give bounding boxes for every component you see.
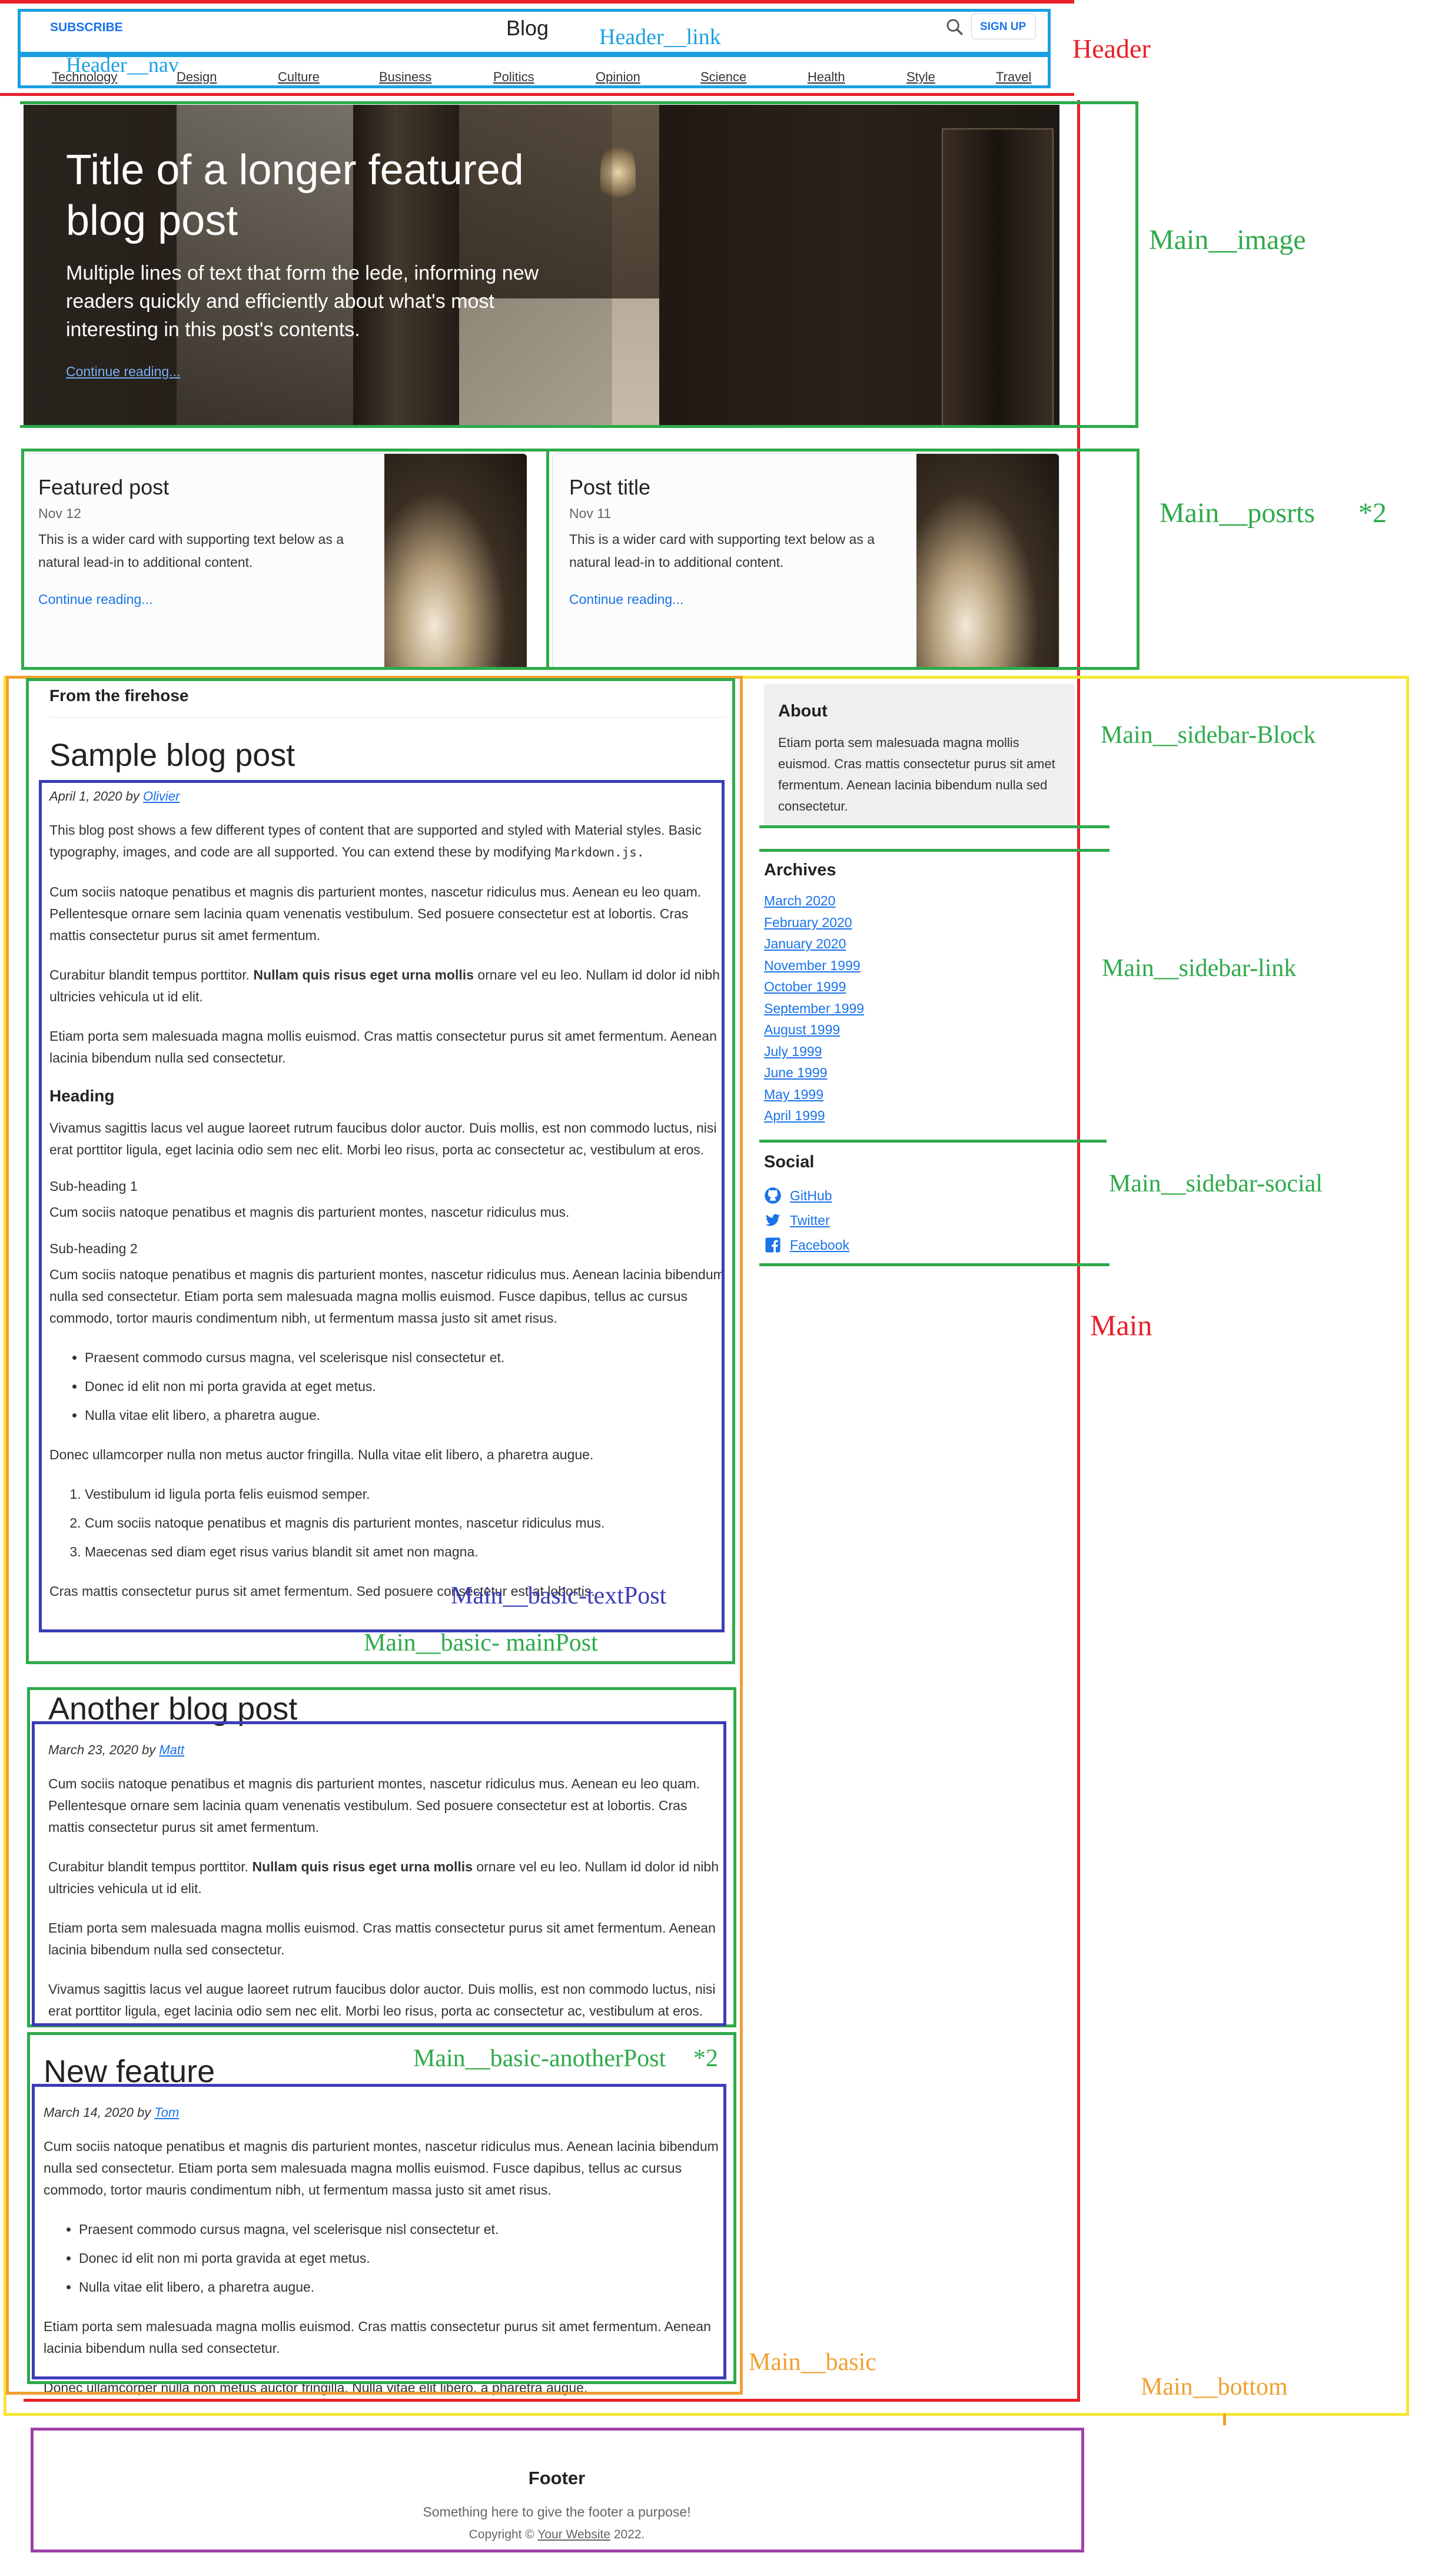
annotation-line-sidebar-2 bbox=[759, 849, 1109, 852]
annotation-box-text-post-2 bbox=[32, 1721, 726, 2026]
annotation-label-main-basic: Main__basic bbox=[749, 2349, 876, 2376]
annotation-label-another-post: Main__basic-anotherPost bbox=[413, 2045, 666, 2072]
annotation-line-sidebar-4 bbox=[759, 1263, 1109, 1266]
annotation-label-header-nav: Header__nav bbox=[66, 53, 179, 77]
annotation-label-header-link: Header__link bbox=[599, 25, 721, 49]
annotation-label-main-bottom: Main__bottom bbox=[1141, 2373, 1288, 2401]
annotation-line-sidebar-1 bbox=[759, 825, 1109, 828]
annotation-box-main-posts bbox=[21, 449, 1140, 670]
annotation-box-text-post bbox=[39, 780, 725, 1632]
annotation-box-header-bottom bbox=[0, 93, 1074, 96]
annotation-label-header: Header bbox=[1072, 34, 1151, 64]
annotation-box-main-bottom-tick bbox=[1223, 2414, 1226, 2425]
annotation-box-text-post-3 bbox=[32, 2084, 726, 2379]
annotation-label-text-post: Main__basic-textPost bbox=[451, 1582, 667, 1609]
annotation-label-main-posts: Main__posrts bbox=[1160, 497, 1315, 529]
annotation-box-footer bbox=[31, 2428, 1084, 2552]
annotation-line-sidebar-3 bbox=[759, 1140, 1107, 1143]
annotation-label-sidebar-social: Main__sidebar-social bbox=[1109, 1170, 1323, 1197]
annotation-label-main: Main bbox=[1090, 1309, 1152, 1342]
annotation-box-header-link bbox=[18, 9, 1051, 55]
annotation-box-main-image bbox=[20, 101, 1138, 428]
annotation-box-main-posts-divider bbox=[546, 449, 549, 670]
annotation-label-sidebar-link: Main__sidebar-link bbox=[1102, 955, 1297, 982]
annotation-box-header bbox=[0, 0, 1074, 4]
annotation-label-sidebar-block: Main__sidebar-Block bbox=[1101, 722, 1316, 749]
annotation-label-main-posts-mult: *2 bbox=[1358, 497, 1387, 529]
annotation-label-main-image: Main__image bbox=[1149, 224, 1306, 255]
annotation-label-another-post-mult: *2 bbox=[693, 2045, 718, 2072]
annotation-label-main-post: Main__basic- mainPost bbox=[364, 1629, 598, 1657]
